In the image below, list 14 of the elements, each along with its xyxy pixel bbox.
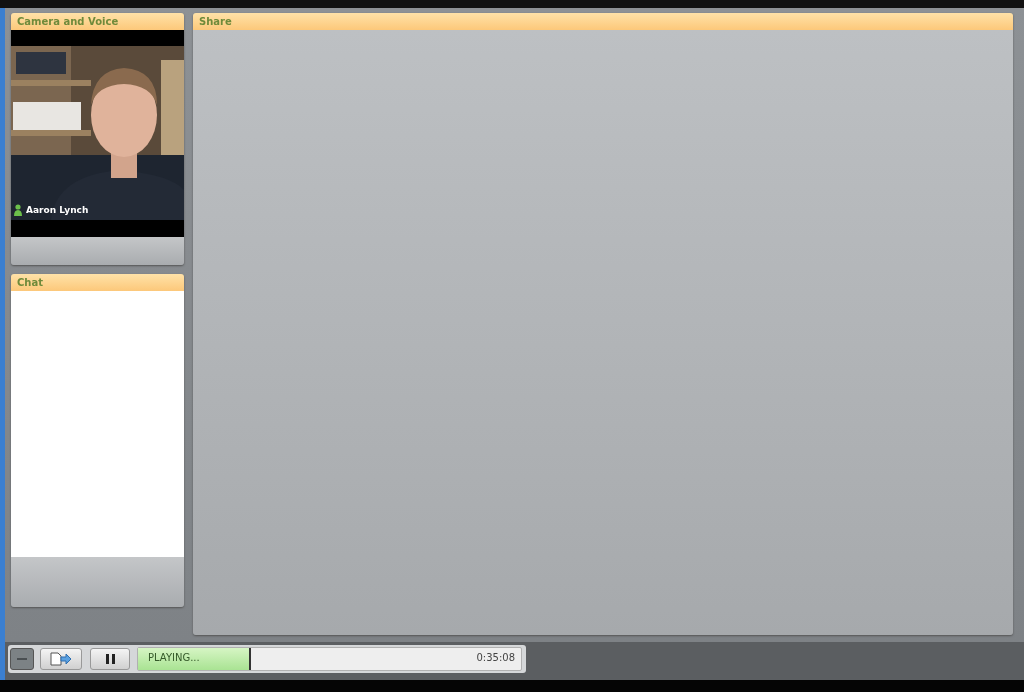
document-arrow-icon — [50, 652, 72, 666]
person-icon — [14, 204, 22, 216]
participant-name: Aaron Lynch — [26, 205, 89, 215]
progress-bar[interactable]: PLAYING... 0:35:08 — [137, 647, 522, 671]
pause-button[interactable] — [90, 648, 130, 670]
minimize-button[interactable] — [10, 648, 34, 670]
playback-status: PLAYING... — [148, 652, 200, 663]
document-send-button[interactable] — [40, 648, 82, 670]
panel-title: Chat — [11, 274, 184, 291]
panel-title: Share — [193, 13, 1013, 30]
panel-title: Camera and Voice — [11, 13, 184, 30]
minus-icon — [17, 657, 27, 661]
elapsed-time: 0:35:08 — [476, 652, 515, 663]
pause-icon — [105, 654, 115, 664]
